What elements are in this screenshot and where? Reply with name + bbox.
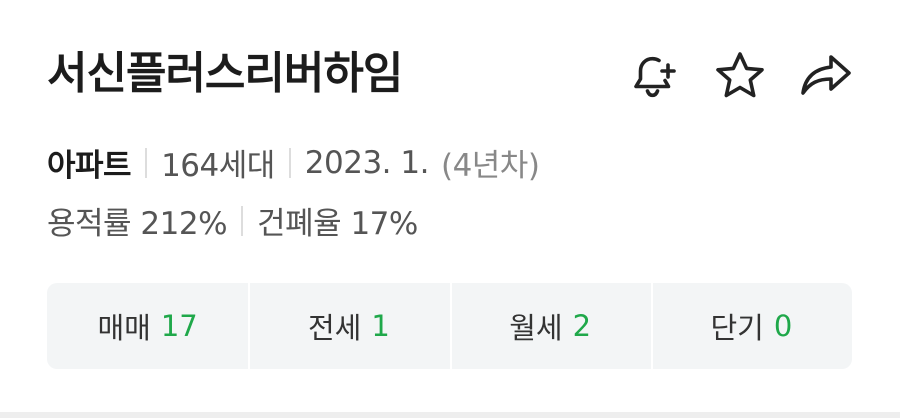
divider xyxy=(288,147,291,178)
star-icon xyxy=(716,52,764,98)
divider xyxy=(145,147,148,178)
deal-count: 17 xyxy=(160,309,198,343)
floor-area-ratio: 용적률 212% xyxy=(47,206,228,242)
section-divider xyxy=(0,412,900,418)
deal-label: 월세 xyxy=(509,311,563,345)
deal-count: 1 xyxy=(371,309,390,343)
property-type: 아파트 xyxy=(47,148,132,184)
bell-plus-icon xyxy=(634,56,676,98)
favorite-button[interactable] xyxy=(710,46,770,106)
deal-count: 0 xyxy=(773,309,793,343)
building-age: (4년차) xyxy=(440,148,540,184)
share-button[interactable] xyxy=(796,46,856,106)
building-coverage-ratio: 건폐율 17% xyxy=(257,206,418,242)
property-title: 서신플러스리버하임 xyxy=(47,48,403,99)
alert-button[interactable] xyxy=(624,46,684,106)
deal-jeonse[interactable]: 전세 1 xyxy=(248,283,449,369)
share-arrow-icon xyxy=(801,55,851,95)
deal-sale[interactable]: 매매 17 xyxy=(47,283,248,369)
deal-monthly-rent[interactable]: 월세 2 xyxy=(449,283,651,369)
deal-label: 단기 xyxy=(710,311,764,345)
header-actions xyxy=(624,46,856,106)
divider xyxy=(241,205,244,236)
deal-short-term[interactable]: 단기 0 xyxy=(650,283,852,369)
property-info-row: 아파트 164세대 2023. 1. (4년차) xyxy=(47,140,540,185)
household-count: 164세대 xyxy=(161,148,275,184)
property-ratio-row: 용적률 212% 건폐율 17% xyxy=(47,198,418,243)
completion-date: 2023. 1. xyxy=(304,144,430,181)
deal-summary: 매매 17 전세 1 월세 2 단기 0 xyxy=(47,283,852,369)
deal-label: 전세 xyxy=(307,311,362,345)
deal-label: 매매 xyxy=(97,311,151,345)
deal-count: 2 xyxy=(572,309,592,343)
